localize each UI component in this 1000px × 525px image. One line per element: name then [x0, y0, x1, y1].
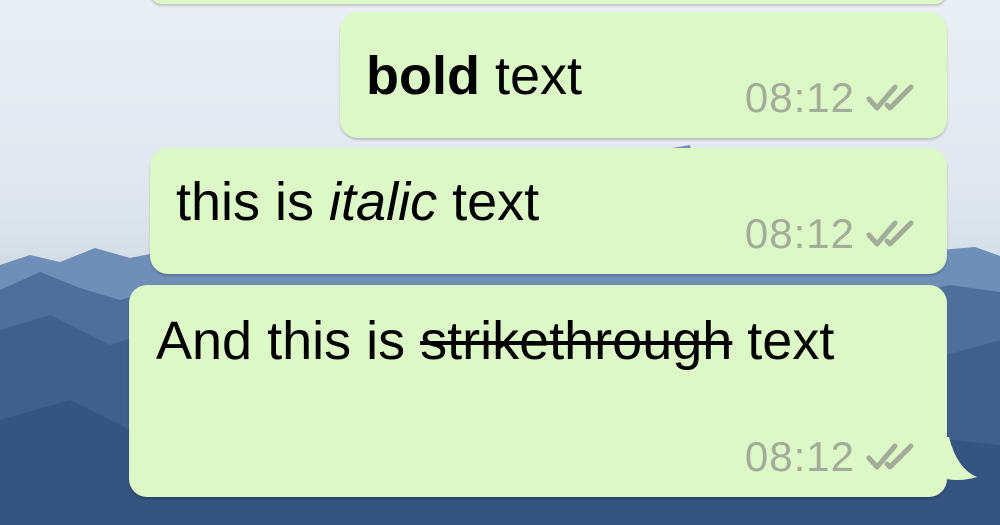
text-segment: text [732, 311, 835, 371]
message-meta: 08:12 [745, 74, 919, 122]
text-segment: this is [176, 172, 330, 232]
italic-segment: italic [329, 172, 438, 232]
double-check-icon [865, 219, 919, 249]
message-meta: 08:12 [745, 433, 919, 481]
bubble-tail-icon [939, 437, 977, 480]
double-check-icon [865, 442, 919, 472]
message-bubble-strikethrough[interactable]: And this is strikethrough text 08:12 [129, 285, 977, 497]
strikethrough-segment: strikethrough [420, 311, 733, 371]
double-check-icon [865, 83, 919, 113]
message-bubble-italic[interactable]: this is italic text 08:12 [150, 148, 947, 274]
message-time: 08:12 [744, 210, 855, 257]
message-time: 08:12 [744, 433, 855, 480]
bold-segment: bold [366, 46, 480, 106]
message-text: this is italic text [176, 160, 539, 244]
message-bubble-bold[interactable]: bold text 08:12 [340, 12, 947, 138]
text-segment: text [437, 172, 540, 232]
message-meta: 08:12 [745, 210, 919, 258]
message-text: And this is strikethrough text [156, 299, 916, 383]
previous-message-bubble[interactable] [150, 0, 947, 4]
message-text: bold text [366, 34, 582, 118]
message-time: 08:12 [744, 74, 855, 121]
text-segment: And this is [156, 311, 421, 371]
text-segment: text [479, 46, 583, 106]
